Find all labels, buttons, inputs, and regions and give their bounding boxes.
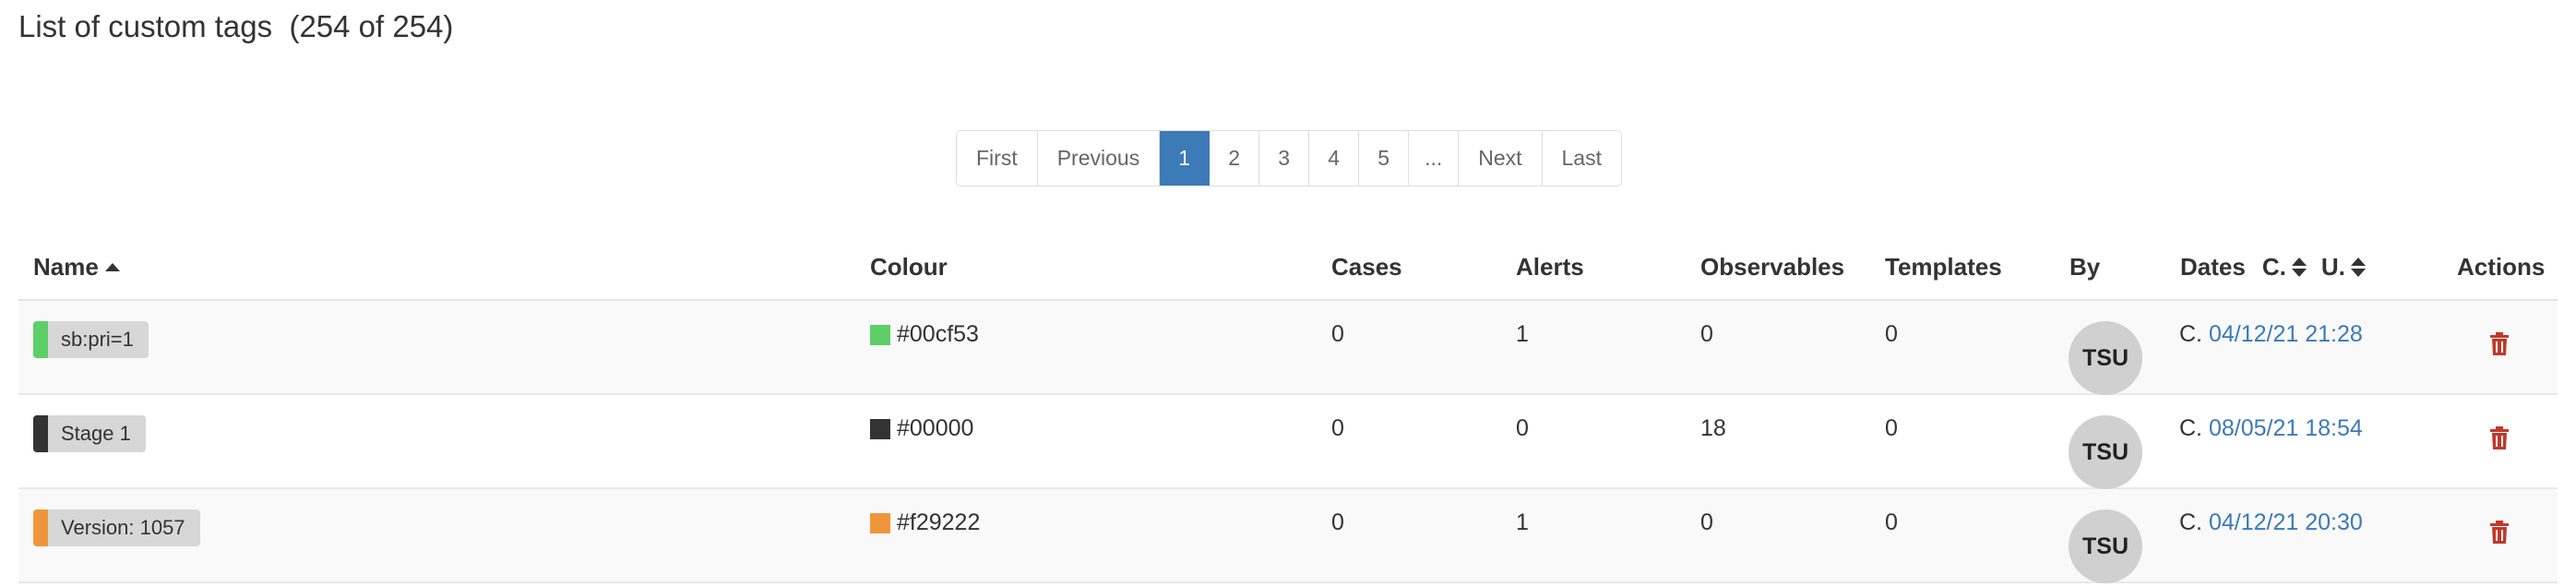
table-header: Name Colour Cases Alerts Observables Tem… xyxy=(18,236,2558,301)
pagination-page-4[interactable]: 4 xyxy=(1309,131,1360,186)
header-templates: Templates xyxy=(1885,253,2002,281)
observables-count: 0 xyxy=(1700,321,1713,347)
sort-both-icon xyxy=(2291,258,2307,277)
alerts-count: 1 xyxy=(1516,509,1529,535)
sort-asc-icon xyxy=(104,263,120,271)
templates-count: 0 xyxy=(1885,321,1898,347)
cases-count: 0 xyxy=(1331,509,1344,535)
tag-name: Version: 1057 xyxy=(61,516,185,539)
pagination-page-5[interactable]: 5 xyxy=(1359,131,1410,186)
tag-colour-bar xyxy=(33,415,48,452)
header-colour: Colour xyxy=(870,253,948,281)
table-row: sb:pri=1 #00cf53 0 1 0 0 TSU C. 04/12/21… xyxy=(18,301,2558,395)
header-name-label: Name xyxy=(33,253,99,281)
tag-chip[interactable]: Version: 1057 xyxy=(33,509,200,546)
observables-count: 18 xyxy=(1700,415,1726,441)
created-date-link[interactable]: 08/05/21 18:54 xyxy=(2209,415,2363,441)
templates-count: 0 xyxy=(1885,509,1898,535)
date-cell: C. 04/12/21 20:30 xyxy=(2179,509,2363,536)
pagination-page-1[interactable]: 1 xyxy=(1160,131,1210,186)
tag-colour-bar xyxy=(33,321,48,358)
sort-created-label: C. xyxy=(2261,253,2286,281)
trash-icon[interactable] xyxy=(2489,332,2510,356)
pagination-first-button[interactable]: First xyxy=(957,131,1038,186)
page-title: List of custom tags (254 of 254) xyxy=(18,9,454,43)
tag-chip[interactable]: sb:pri=1 xyxy=(33,321,149,358)
colour-swatch xyxy=(870,324,890,345)
observables-count: 0 xyxy=(1700,509,1713,535)
created-date-link[interactable]: 04/12/21 20:30 xyxy=(2209,509,2363,535)
custom-tags-table: Name Colour Cases Alerts Observables Tem… xyxy=(18,236,2558,583)
pagination: First Previous 1 2 3 4 5 ... Next Last xyxy=(956,130,1622,186)
pagination-next-button[interactable]: Next xyxy=(1459,131,1543,186)
colour-cell: #00000 xyxy=(870,415,973,442)
colour-value: #f29222 xyxy=(897,509,981,535)
date-prefix: C. xyxy=(2179,509,2202,535)
colour-cell: #f29222 xyxy=(870,509,980,536)
tag-colour-bar xyxy=(33,509,48,546)
header-dates-label: Dates xyxy=(2180,253,2246,281)
pagination-page-3[interactable]: 3 xyxy=(1259,131,1310,186)
pagination-previous-button[interactable]: Previous xyxy=(1037,131,1161,186)
date-prefix: C. xyxy=(2179,415,2202,441)
table-row: Stage 1 #00000 0 0 18 0 TSU C. 08/05/21 … xyxy=(18,395,2558,489)
tag-name: sb:pri=1 xyxy=(61,328,134,351)
header-cases: Cases xyxy=(1331,253,1402,281)
avatar: TSU xyxy=(2069,415,2142,489)
created-date-link[interactable]: 04/12/21 21:28 xyxy=(2209,321,2363,347)
cases-count: 0 xyxy=(1331,321,1344,347)
sort-updated-label: U. xyxy=(2320,253,2345,281)
colour-cell: #00cf53 xyxy=(870,321,979,348)
avatar: TSU xyxy=(2069,509,2142,583)
trash-icon[interactable] xyxy=(2489,521,2510,545)
avatar: TSU xyxy=(2069,321,2142,395)
alerts-count: 0 xyxy=(1516,415,1529,441)
tag-name: Stage 1 xyxy=(61,422,131,445)
pagination-page-2[interactable]: 2 xyxy=(1210,131,1260,186)
date-prefix: C. xyxy=(2179,321,2202,347)
pagination-last-button[interactable]: Last xyxy=(1542,131,1621,186)
trash-icon[interactable] xyxy=(2489,426,2510,450)
header-name[interactable]: Name xyxy=(33,253,120,282)
header-alerts: Alerts xyxy=(1516,253,1584,281)
header-dates: Dates C. U. xyxy=(2180,253,2366,282)
colour-swatch xyxy=(870,418,890,439)
colour-value: #00000 xyxy=(897,415,974,441)
date-cell: C. 04/12/21 21:28 xyxy=(2179,321,2363,348)
alerts-count: 1 xyxy=(1516,321,1529,347)
date-cell: C. 08/05/21 18:54 xyxy=(2179,415,2363,442)
tag-chip[interactable]: Stage 1 xyxy=(33,415,146,452)
header-observables: Observables xyxy=(1700,253,1845,281)
sort-created[interactable]: C. xyxy=(2262,253,2307,282)
colour-swatch xyxy=(870,512,890,533)
header-by: By xyxy=(2069,253,2101,281)
header-actions: Actions xyxy=(2457,253,2546,281)
table-row: Version: 1057 #f29222 0 1 0 0 TSU C. 04/… xyxy=(18,489,2558,583)
sort-both-icon xyxy=(2350,258,2366,277)
templates-count: 0 xyxy=(1885,415,1898,441)
cases-count: 0 xyxy=(1331,415,1344,441)
colour-value: #00cf53 xyxy=(897,321,979,347)
pagination-ellipsis[interactable]: ... xyxy=(1409,131,1460,186)
sort-updated[interactable]: U. xyxy=(2321,253,2366,282)
